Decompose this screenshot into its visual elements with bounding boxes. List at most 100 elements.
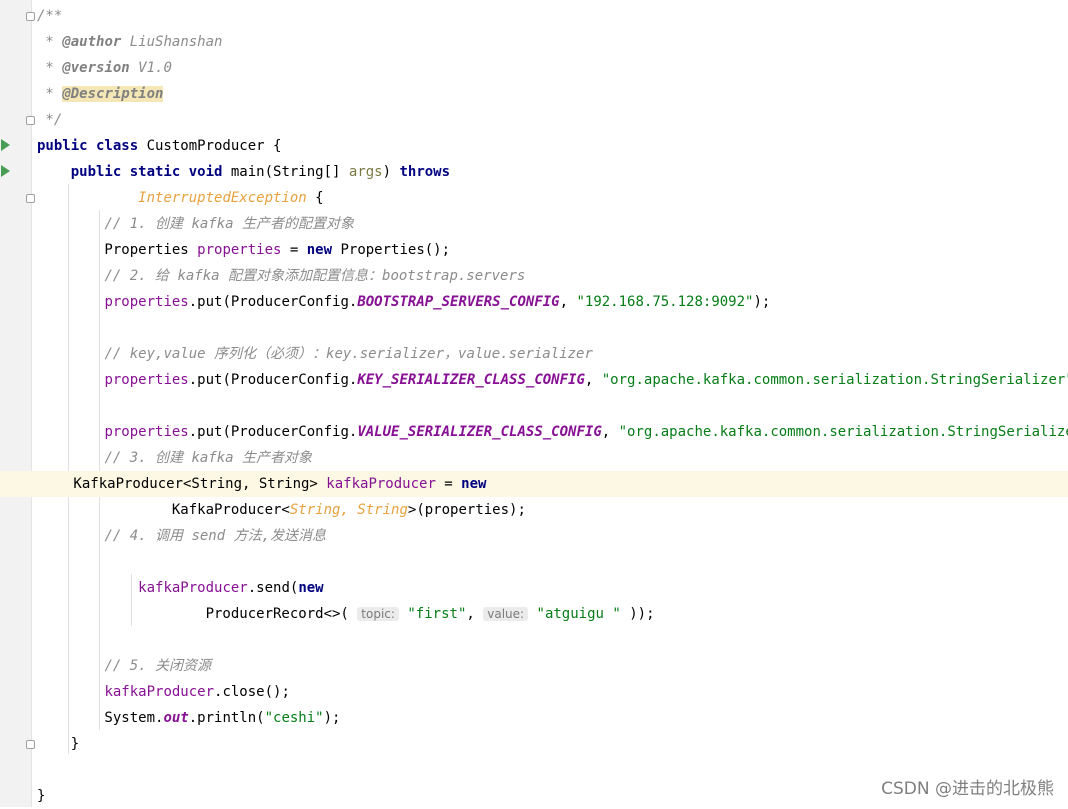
code-token: .send( (247, 580, 299, 596)
code-line[interactable]: kafkaProducer.send(new (31, 575, 1068, 601)
code-token: BOOTSTRAP_SERVERS_CONFIG (357, 294, 560, 310)
code-line[interactable] (31, 627, 1068, 653)
code-text: // 5. 关闭资源 (37, 653, 211, 679)
code-text: properties.put(ProducerConfig.VALUE_SERI… (37, 419, 1068, 445)
code-line[interactable]: // 3. 创建 kafka 生产者对象 (31, 445, 1068, 471)
code-token: .put(ProducerConfig. (188, 372, 358, 388)
code-token: .close(); (214, 684, 290, 700)
code-token: >(properties); (407, 502, 526, 518)
code-line[interactable]: // 5. 关闭资源 (31, 653, 1068, 679)
code-line[interactable]: * @Description (31, 81, 1068, 107)
code-token: VALUE_SERIALIZER_CLASS_CONFIG (357, 424, 602, 440)
code-line[interactable]: // 2. 给 kafka 配置对象添加配置信息：bootstrap.serve… (31, 263, 1068, 289)
code-line[interactable] (31, 315, 1068, 341)
code-token: properties (104, 294, 189, 310)
code-token: "org.apache.kafka.common.serialization.S… (601, 372, 1068, 388)
code-line[interactable]: public class CustomProducer { (31, 133, 1068, 159)
watermark: CSDN @进击的北极熊 (881, 779, 1054, 799)
code-line[interactable]: // 1. 创建 kafka 生产者的配置对象 (31, 211, 1068, 237)
code-text: System.out.println("ceshi"); (37, 705, 340, 731)
code-line[interactable]: System.out.println("ceshi"); (31, 705, 1068, 731)
code-token: @Description (62, 86, 164, 102)
code-text: } (37, 783, 45, 809)
code-token: = (281, 242, 307, 258)
code-text: /** (37, 3, 62, 29)
code-line[interactable]: KafkaProducer<String, String>(properties… (31, 497, 1068, 523)
code-token: @version (62, 60, 130, 76)
code-token: new (298, 580, 324, 596)
code-text: * @author LiuShanshan (37, 29, 222, 55)
code-token: new (306, 242, 341, 258)
code-token: ) (382, 164, 400, 180)
code-token: properties (104, 372, 189, 388)
code-line[interactable]: /** (31, 3, 1068, 29)
code-token: "192.168.75.128:9092" (576, 294, 754, 310)
code-token: CustomProducer { (146, 138, 282, 154)
code-token: */ (37, 112, 63, 128)
run-main-icon[interactable] (1, 165, 10, 177)
code-text: KafkaProducer<String, String>(properties… (37, 497, 526, 523)
code-token: V1.0 (129, 60, 172, 76)
code-token: // 4. 调用 send 方法,发送消息 (104, 528, 327, 544)
code-token: , (584, 372, 602, 388)
code-line[interactable] (31, 393, 1068, 419)
code-line[interactable]: Properties properties = new Properties()… (31, 237, 1068, 263)
code-line[interactable] (31, 549, 1068, 575)
code-line[interactable]: */ (31, 107, 1068, 133)
code-token: } (37, 788, 46, 804)
code-text: // 2. 给 kafka 配置对象添加配置信息：bootstrap.serve… (37, 263, 525, 289)
code-token: ); (753, 294, 771, 310)
code-line[interactable]: ProducerRecord<>( topic: "first", value:… (31, 601, 1068, 627)
code-token: main(String[] (230, 164, 349, 180)
code-line[interactable]: properties.put(ProducerConfig.VALUE_SERI… (31, 419, 1068, 445)
code-line[interactable]: properties.put(ProducerConfig.KEY_SERIAL… (31, 367, 1068, 393)
code-token: KafkaProducer<String, String> (6, 476, 327, 492)
code-line[interactable]: // 4. 调用 send 方法,发送消息 (31, 523, 1068, 549)
code-editor[interactable]: /** * @author LiuShanshan * @version V1.… (0, 0, 1068, 809)
code-token: // 2. 给 kafka 配置对象添加配置信息：bootstrap.serve… (104, 268, 526, 284)
code-text: public class CustomProducer { (37, 133, 281, 159)
code-token: , (466, 606, 484, 622)
code-token: out (163, 710, 189, 726)
code-line[interactable]: KafkaProducer<String, String> kafkaProdu… (0, 471, 1068, 497)
code-line[interactable]: InterruptedException { (31, 185, 1068, 211)
code-line[interactable]: * @author LiuShanshan (31, 29, 1068, 55)
code-line[interactable]: public static void main(String[] args) t… (31, 159, 1068, 185)
code-token: * (37, 60, 63, 76)
code-token: "org.apache.kafka.common.serialization.S… (618, 424, 1068, 440)
code-token: properties (197, 242, 282, 258)
run-class-icon[interactable] (1, 139, 10, 151)
code-line[interactable]: } (31, 731, 1068, 757)
code-token: Properties (37, 242, 198, 258)
code-token: LiuShanshan (121, 34, 223, 50)
code-text: properties.put(ProducerConfig.KEY_SERIAL… (37, 367, 1068, 393)
code-token: * (37, 34, 63, 50)
code-line[interactable]: kafkaProducer.close(); (31, 679, 1068, 705)
code-token: System. (37, 710, 164, 726)
code-token: Properties(); (340, 242, 451, 258)
code-text: * @Description (37, 81, 164, 107)
code-token: , (601, 424, 619, 440)
parameter-hint: topic: (357, 607, 399, 621)
code-token: properties (104, 424, 189, 440)
code-line[interactable]: * @version V1.0 (31, 55, 1068, 81)
code-text: // 3. 创建 kafka 生产者对象 (37, 445, 312, 471)
code-text: ProducerRecord<>( topic: "first", value:… (37, 601, 655, 627)
code-line[interactable]: // key,value 序列化（必须）：key.serializer，valu… (31, 341, 1068, 367)
code-token: , (559, 294, 577, 310)
code-token: "first" (407, 606, 467, 622)
code-token: public class (37, 138, 147, 154)
code-text: * @version V1.0 (37, 55, 172, 81)
code-line[interactable]: properties.put(ProducerConfig.BOOTSTRAP_… (31, 289, 1068, 315)
